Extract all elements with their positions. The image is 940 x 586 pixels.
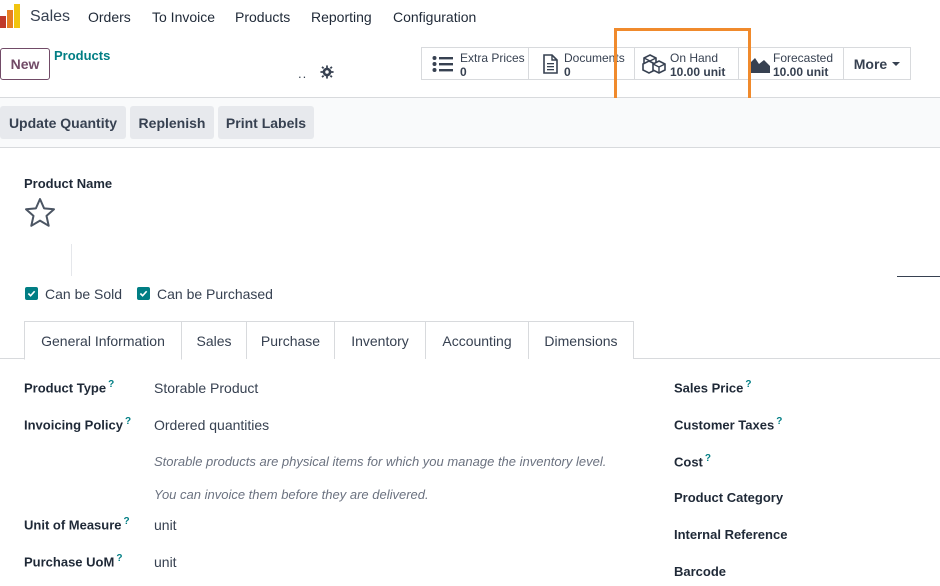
tab-accounting[interactable]: Accounting [425, 321, 529, 359]
sales-price-label: Sales Price? [674, 379, 752, 396]
more-button[interactable]: More [843, 47, 911, 80]
menu-reporting[interactable]: Reporting [311, 9, 372, 25]
sales-app-icon[interactable] [0, 4, 22, 28]
menu-orders[interactable]: Orders [88, 9, 131, 25]
extra-prices-smart-button[interactable]: Extra Prices 0 [421, 47, 529, 80]
menu-to-invoice[interactable]: To Invoice [152, 9, 215, 25]
unit-of-measure-label: Unit of Measure? [24, 516, 130, 533]
breadcrumb[interactable]: Products [54, 48, 110, 63]
record-name-placeholder: .. [298, 66, 308, 81]
menu-configuration[interactable]: Configuration [393, 9, 476, 25]
control-panel: New Products .. Extra Prices 0 Documents… [0, 34, 940, 98]
help-icon[interactable]: ? [745, 379, 751, 390]
help-icon[interactable]: ? [124, 516, 130, 527]
documents-title: Documents [564, 51, 625, 65]
print-labels-button[interactable]: Print Labels [218, 106, 314, 139]
product-name-label: Product Name [24, 176, 113, 191]
internal-reference-label: Internal Reference [674, 527, 788, 542]
on-hand-smart-button[interactable]: On Hand 10.00 unit [634, 47, 739, 80]
tab-inventory[interactable]: Inventory [334, 321, 426, 359]
product-type-value[interactable]: Storable Product [154, 380, 258, 396]
on-hand-value: 10.00 unit [670, 65, 726, 79]
help-icon[interactable]: ? [776, 416, 782, 427]
new-button[interactable]: New [0, 48, 50, 80]
tab-purchase[interactable]: Purchase [246, 321, 335, 359]
tab-dimensions[interactable]: Dimensions [528, 321, 634, 359]
on-hand-title: On Hand [670, 51, 719, 65]
invoicing-help-text: You can invoice them before they are del… [154, 487, 429, 502]
can-be-sold-label: Can be Sold [45, 286, 123, 302]
can-be-sold-checkbox[interactable] [25, 287, 38, 300]
menu-products[interactable]: Products [235, 9, 290, 25]
tab-general-information[interactable]: General Information [24, 321, 182, 360]
document-icon [543, 54, 558, 74]
help-icon[interactable]: ? [116, 553, 122, 564]
help-icon[interactable]: ? [125, 416, 131, 427]
extra-prices-value: 0 [460, 65, 467, 79]
can-be-purchased-label: Can be Purchased [157, 286, 273, 302]
more-label: More [853, 55, 888, 72]
invoicing-policy-value[interactable]: Ordered quantities [154, 417, 269, 433]
caret-down-icon [892, 61, 901, 66]
documents-value: 0 [564, 65, 571, 79]
tab-sales[interactable]: Sales [181, 321, 247, 359]
purchase-uom-value[interactable]: unit [154, 554, 177, 570]
documents-smart-button[interactable]: Documents 0 [528, 47, 635, 80]
notebook-tabs: General Information Sales Purchase Inven… [0, 321, 940, 360]
check-icon [27, 290, 36, 297]
list-icon [432, 56, 453, 72]
can-be-purchased-checkbox[interactable] [137, 287, 150, 300]
action-bar: Update Quantity Replenish Print Labels [0, 98, 940, 148]
barcode-label: Barcode [674, 564, 727, 579]
product-type-label: Product Type? [24, 379, 115, 396]
top-navbar: Sales Orders To Invoice Products Reporti… [0, 0, 940, 34]
help-icon[interactable]: ? [705, 453, 711, 464]
replenish-button[interactable]: Replenish [130, 106, 214, 139]
form-sheet: Product Name Can be Sold Can be Purchase… [0, 149, 940, 586]
product-category-label: Product Category [674, 490, 784, 505]
purchase-uom-label: Purchase UoM? [24, 553, 123, 570]
invoicing-policy-label: Invoicing Policy? [24, 416, 132, 433]
cubes-icon [642, 54, 666, 74]
customer-taxes-label: Customer Taxes? [674, 416, 783, 433]
app-name[interactable]: Sales [30, 8, 70, 26]
forecasted-smart-button[interactable]: Forecasted 10.00 unit [738, 47, 844, 80]
help-icon[interactable]: ? [108, 379, 114, 390]
gear-icon[interactable] [320, 65, 334, 79]
product-name-input-underline[interactable] [897, 276, 940, 277]
forecasted-value: 10.00 unit [773, 65, 829, 79]
area-chart-icon [750, 58, 770, 73]
cost-label: Cost? [674, 453, 711, 470]
update-quantity-button[interactable]: Update Quantity [0, 106, 126, 139]
name-field-cursor [71, 244, 72, 276]
forecasted-title: Forecasted [773, 51, 834, 65]
extra-prices-title: Extra Prices [460, 51, 525, 65]
unit-of-measure-value[interactable]: unit [154, 517, 177, 533]
star-icon[interactable] [24, 197, 56, 229]
product-type-help-text: Storable products are physical items for… [154, 454, 607, 469]
check-icon [139, 290, 148, 297]
